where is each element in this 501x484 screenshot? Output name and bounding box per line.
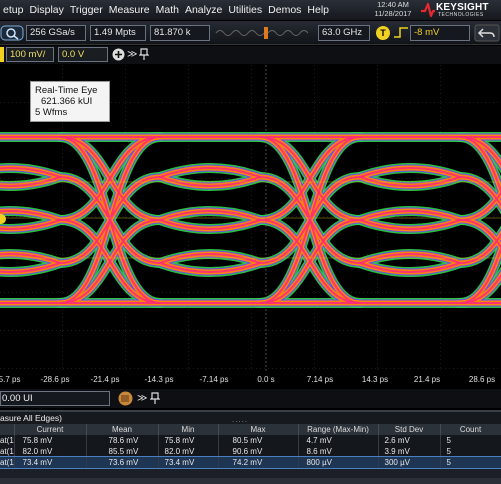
time-tick: 21.4 ps [413,375,441,384]
trigger-badge[interactable]: T [376,26,390,40]
table-cell: 4.7 mV [298,435,379,446]
menu-trigger[interactable]: Trigger [67,0,106,20]
measurements-title: asure All Edges) [0,413,62,423]
menu-utilities[interactable]: Utilities [225,0,265,20]
table-cell: 82.0 mV [158,446,219,457]
table-cell: 73.4 mV [14,457,87,468]
table-cell: 800 µV [298,457,379,468]
menu-math[interactable]: Math [153,0,182,20]
menu-help[interactable]: Help [304,0,332,20]
column-header[interactable] [0,424,15,435]
table-cell: 73.4 mV [158,457,219,468]
acquisition-mode-icon[interactable] [0,24,24,42]
vertical-controls: 100 mV/ 0.0 V ≫ [0,46,501,64]
table-cell: 8.6 mV [298,446,379,457]
column-header[interactable]: Max [218,424,299,435]
table-cell: 75.8 mV [158,435,219,446]
table-cell: 78.6 mV [86,435,159,446]
menu-setup[interactable]: etup [0,0,26,20]
time-tick: -21.4 ps [90,375,120,384]
table-cell: 75.8 mV [14,435,87,446]
time-tick: -35.7 ps [0,375,21,384]
menu-measure[interactable]: Measure [106,0,153,20]
table-cell: 5 [440,446,501,457]
table-cell: 85.5 mV [86,446,159,457]
table-header-row: Current Mean Min Max Range (Max-Min) Std… [0,424,501,435]
column-header[interactable]: Min [158,424,219,435]
menu-bar: etup Display Trigger Measure Math Analyz… [0,0,501,20]
horizontal-knob-icon[interactable] [118,391,133,406]
time-tick: 28.6 ps [468,375,496,384]
time-tick: 7.14 ps [306,375,334,384]
table-cell: 5 [440,457,501,468]
table-cell: 5 [440,435,501,446]
sample-rate-field[interactable]: 256 GSa/s [26,25,86,41]
keysight-logo: KEYSIGHT TECHNOLOGIES [420,1,500,19]
column-header[interactable]: Range (Max-Min) [298,424,379,435]
add-channel-icon[interactable] [112,48,125,61]
table-row-selected[interactable]: at(1 73.4 mV 73.6 mV 73.4 mV 74.2 mV 800… [0,456,501,469]
table-row[interactable]: at(1 82.0 mV 85.5 mV 82.0 mV 90.6 mV 8.6… [0,446,501,457]
column-header[interactable]: Current [14,424,87,435]
memory-depth-field[interactable]: 1.49 Mpts [90,25,146,41]
time-axis: -35.7 ps -28.6 ps -21.4 ps -14.3 ps -7.1… [0,372,501,388]
clock-date: 11/28/2017 [374,8,412,18]
trigger-position-preview [215,27,309,39]
column-header[interactable]: Std Dev [378,424,441,435]
table-cell: 82.0 mV [14,446,87,457]
measurements-panel: asure All Edges) ..... Current Mean Min … [0,410,501,484]
measurements-table: Current Mean Min Max Range (Max-Min) Std… [0,424,501,469]
expand-icon[interactable]: ≫ [137,392,147,405]
vertical-scale-field[interactable]: 100 mV/ [6,47,54,62]
undo-icon[interactable] [474,24,500,42]
clock: 12:40 AM 11/28/2017 [368,0,418,18]
table-cell: 300 µV [378,457,441,468]
pin-icon[interactable] [150,392,160,405]
keysight-wave-icon [421,2,435,18]
table-cell: 2.6 mV [378,435,441,446]
eye-info-box[interactable]: Real-Time Eye 621.366 kUI 5 Wfms [30,81,110,122]
table-cell: at(1 [0,435,15,446]
pin-icon[interactable] [139,48,149,61]
table-cell: at(1 [0,446,15,457]
time-tick: -7.14 ps [199,375,229,384]
bandwidth-field[interactable]: 63.0 GHz [318,25,370,41]
column-header[interactable]: Mean [86,424,159,435]
eye-waveform-count: 5 Wfms [35,107,68,118]
brand-sub: TECHNOLOGIES [438,12,484,18]
eye-ui-count: 621.366 kUI [41,96,93,107]
expand-icon[interactable]: ≫ [127,48,137,61]
vertical-offset-field[interactable]: 0.0 V [58,47,108,62]
table-cell: at(1 [0,457,15,468]
table-cell: 73.6 mV [86,457,159,468]
eye-title: Real-Time Eye [35,85,98,96]
table-row[interactable]: at(1 75.8 mV 78.6 mV 75.8 mV 80.5 mV 4.7… [0,435,501,446]
time-tick: -28.6 ps [40,375,70,384]
column-header[interactable]: Count [440,424,501,435]
panel-resize-grip[interactable]: ..... [232,414,248,426]
time-tick: 14.3 ps [361,375,389,384]
rising-edge-icon[interactable] [392,24,410,42]
time-tick: -14.3 ps [144,375,174,384]
waveform-display[interactable]: Real-Time Eye 621.366 kUI 5 Wfms [0,65,501,372]
trigger-level-field[interactable]: -8 mV [410,25,470,41]
acquisition-toolbar: 256 GSa/s 1.49 Mpts 81.870 k 63.0 GHz T … [0,21,501,45]
panel-bottom-strip [0,478,501,484]
channel-marker [0,47,4,62]
menu-analyze[interactable]: Analyze [182,0,225,20]
time-tick: 0.0 s [257,375,275,384]
table-cell: 74.2 mV [218,457,299,468]
frequency-field[interactable]: 81.870 k [150,25,210,41]
horizontal-controls: 0.00 UI ≫ [0,389,501,408]
table-cell: 3.9 mV [378,446,441,457]
menu-demos[interactable]: Demos [265,0,304,20]
menu-display[interactable]: Display [26,0,66,20]
table-cell: 80.5 mV [218,435,299,446]
measurements-header: asure All Edges) ..... [0,412,501,424]
horizontal-position-field[interactable]: 0.00 UI [0,391,110,406]
table-cell: 90.6 mV [218,446,299,457]
